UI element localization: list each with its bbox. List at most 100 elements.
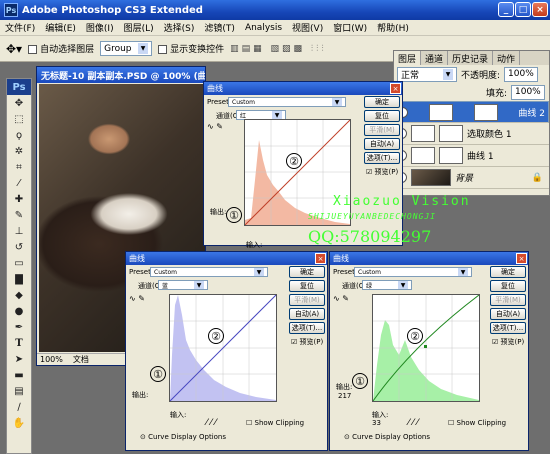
- fill-field[interactable]: 100%: [511, 84, 545, 100]
- notes-tool-icon[interactable]: ▤: [7, 383, 31, 399]
- layer-item[interactable]: 曲线 1: [394, 145, 549, 167]
- menu-edit[interactable]: 编辑(E): [40, 21, 81, 34]
- close-button[interactable]: ×: [532, 2, 548, 17]
- auto-button[interactable]: 自动(A): [490, 308, 526, 320]
- tab-channels[interactable]: 通道: [421, 51, 449, 65]
- menu-help[interactable]: 帮助(H): [372, 21, 414, 34]
- menu-window[interactable]: 窗口(W): [328, 21, 372, 34]
- tab-history[interactable]: 历史记录: [448, 51, 494, 65]
- shape-tool-icon[interactable]: ▬: [7, 367, 31, 383]
- channel-select[interactable]: 绿 ▼: [362, 280, 412, 290]
- minimize-button[interactable]: _: [498, 2, 514, 17]
- layer-item[interactable]: 选取颜色 1: [394, 123, 549, 145]
- move-tool-icon[interactable]: ✥▾: [6, 42, 22, 56]
- input-label: 输入:: [246, 241, 263, 249]
- options-button[interactable]: 选项(T)...: [364, 152, 400, 164]
- zoom-level[interactable]: 100%: [40, 355, 63, 364]
- menu-image[interactable]: 图像(I): [81, 21, 119, 34]
- eyedropper-icon[interactable]: ∕: [7, 399, 31, 415]
- output-label: 输出:: [210, 208, 227, 216]
- move-tool-icon[interactable]: ✥: [7, 95, 31, 111]
- menu-view[interactable]: 视图(V): [287, 21, 328, 34]
- fill-row: 填充: 100%: [394, 83, 549, 101]
- type-tool-icon[interactable]: T: [7, 335, 31, 351]
- curve-graph[interactable]: [169, 294, 277, 402]
- blur-tool-icon[interactable]: ◆: [7, 287, 31, 303]
- dialog-close-button[interactable]: ×: [390, 83, 401, 94]
- blend-mode-select[interactable]: 正常 ▼: [397, 66, 457, 82]
- stamp-tool-icon[interactable]: ⊥: [7, 223, 31, 239]
- smooth-button[interactable]: 平滑(M): [364, 124, 400, 136]
- eyedropper-icons[interactable]: ⁄ ⁄ ⁄: [206, 418, 216, 428]
- curve-tool-icons[interactable]: ∿ ✎: [333, 294, 349, 303]
- reset-button[interactable]: 复位: [490, 280, 526, 292]
- healing-brush-icon[interactable]: ✚: [7, 191, 31, 207]
- layer-name: 曲线 1: [467, 152, 494, 162]
- auto-select-checkbox[interactable]: 自动选择图层: [28, 42, 94, 55]
- dialog-close-button[interactable]: ×: [516, 253, 527, 264]
- preview-checkbox[interactable]: ☑ 预览(P): [492, 337, 524, 347]
- magic-wand-icon[interactable]: ✲: [7, 143, 31, 159]
- preview-checkbox[interactable]: ☑ 预览(P): [291, 337, 323, 347]
- reset-button[interactable]: 复位: [364, 110, 400, 122]
- lasso-tool-icon[interactable]: ϙ: [7, 127, 31, 143]
- curve-options-toggle[interactable]: ⊙ Curve Display Options: [140, 433, 226, 441]
- options-button[interactable]: 选项(T)...: [289, 322, 325, 334]
- menu-file[interactable]: 文件(F): [0, 21, 40, 34]
- maximize-button[interactable]: □: [515, 2, 531, 17]
- input-value[interactable]: 33: [372, 419, 381, 427]
- curve-graph[interactable]: [244, 119, 351, 226]
- ok-button[interactable]: 确定: [289, 266, 325, 278]
- menu-bar: 文件(F) 编辑(E) 图像(I) 图层(L) 选择(S) 滤镜(T) Anal…: [0, 20, 550, 36]
- history-brush-icon[interactable]: ↺: [7, 239, 31, 255]
- eyedropper-tool-icon[interactable]: ⁄: [7, 175, 31, 191]
- curve-tool-icons[interactable]: ∿ ✎: [129, 294, 145, 303]
- ok-button[interactable]: 确定: [364, 96, 400, 108]
- document-status-text: 文档: [72, 355, 89, 364]
- preview-checkbox[interactable]: ☑ 预览(P): [366, 167, 398, 177]
- smooth-button[interactable]: 平滑(M): [490, 294, 526, 306]
- auto-button[interactable]: 自动(A): [364, 138, 400, 150]
- curve-tool-icons[interactable]: ∿ ✎: [207, 122, 223, 131]
- curve-svg: [244, 119, 351, 226]
- preset-select[interactable]: Custom ▼: [150, 267, 268, 277]
- pen-tool-icon[interactable]: ✒: [7, 319, 31, 335]
- eyedropper-icons[interactable]: ⁄ ⁄ ⁄: [408, 418, 418, 428]
- menu-analysis[interactable]: Analysis: [240, 23, 287, 33]
- tab-layers[interactable]: 图层: [394, 51, 422, 65]
- gradient-tool-icon[interactable]: ▇: [7, 271, 31, 287]
- watermark-subtitle: SHIJUEYUYANBEDECHONGJI: [308, 212, 436, 221]
- show-clipping-checkbox[interactable]: ☐ Show Clipping: [246, 419, 304, 427]
- marquee-tool-icon[interactable]: ⬚: [7, 111, 31, 127]
- show-clipping-checkbox[interactable]: ☐ Show Clipping: [448, 419, 506, 427]
- output-value[interactable]: 217: [338, 392, 351, 400]
- preset-select[interactable]: Custom ▼: [354, 267, 472, 277]
- group-select[interactable]: Group ▼: [100, 41, 153, 56]
- layer-item[interactable]: 背景 🔒: [394, 167, 549, 189]
- menu-layer[interactable]: 图层(L): [119, 21, 159, 34]
- layer-item[interactable]: 曲线 2: [394, 101, 549, 123]
- show-transform-checkbox[interactable]: 显示变换控件: [158, 42, 224, 55]
- layers-panel: 图层 通道 历史记录 动作 正常 ▼ 不透明度: 100% 填充: 100% 曲线…: [393, 50, 550, 196]
- smooth-button[interactable]: 平滑(M): [289, 294, 325, 306]
- channel-select[interactable]: 蓝 ▼: [158, 280, 208, 290]
- ok-button[interactable]: 确定: [490, 266, 526, 278]
- tab-actions[interactable]: 动作: [493, 51, 521, 65]
- hand-tool-icon[interactable]: ✋: [7, 415, 31, 431]
- path-select-icon[interactable]: ➤: [7, 351, 31, 367]
- options-button[interactable]: 选项(T)...: [490, 322, 526, 334]
- preset-select[interactable]: Custom ▼: [228, 97, 346, 107]
- menu-filter[interactable]: 滤镜(T): [199, 21, 240, 34]
- crop-tool-icon[interactable]: ⌗: [7, 159, 31, 175]
- menu-select[interactable]: 选择(S): [159, 21, 200, 34]
- eraser-tool-icon[interactable]: ▭: [7, 255, 31, 271]
- align-icons[interactable]: ▥▤▦ ▧▨▩ ⫶⫶⫶: [230, 44, 327, 54]
- opacity-field[interactable]: 100%: [504, 66, 539, 82]
- curve-graph[interactable]: [372, 294, 480, 402]
- reset-button[interactable]: 复位: [289, 280, 325, 292]
- brush-tool-icon[interactable]: ✎: [7, 207, 31, 223]
- dialog-close-button[interactable]: ×: [315, 253, 326, 264]
- curve-options-toggle[interactable]: ⊙ Curve Display Options: [344, 433, 430, 441]
- auto-button[interactable]: 自动(A): [289, 308, 325, 320]
- dodge-tool-icon[interactable]: ●: [7, 303, 31, 319]
